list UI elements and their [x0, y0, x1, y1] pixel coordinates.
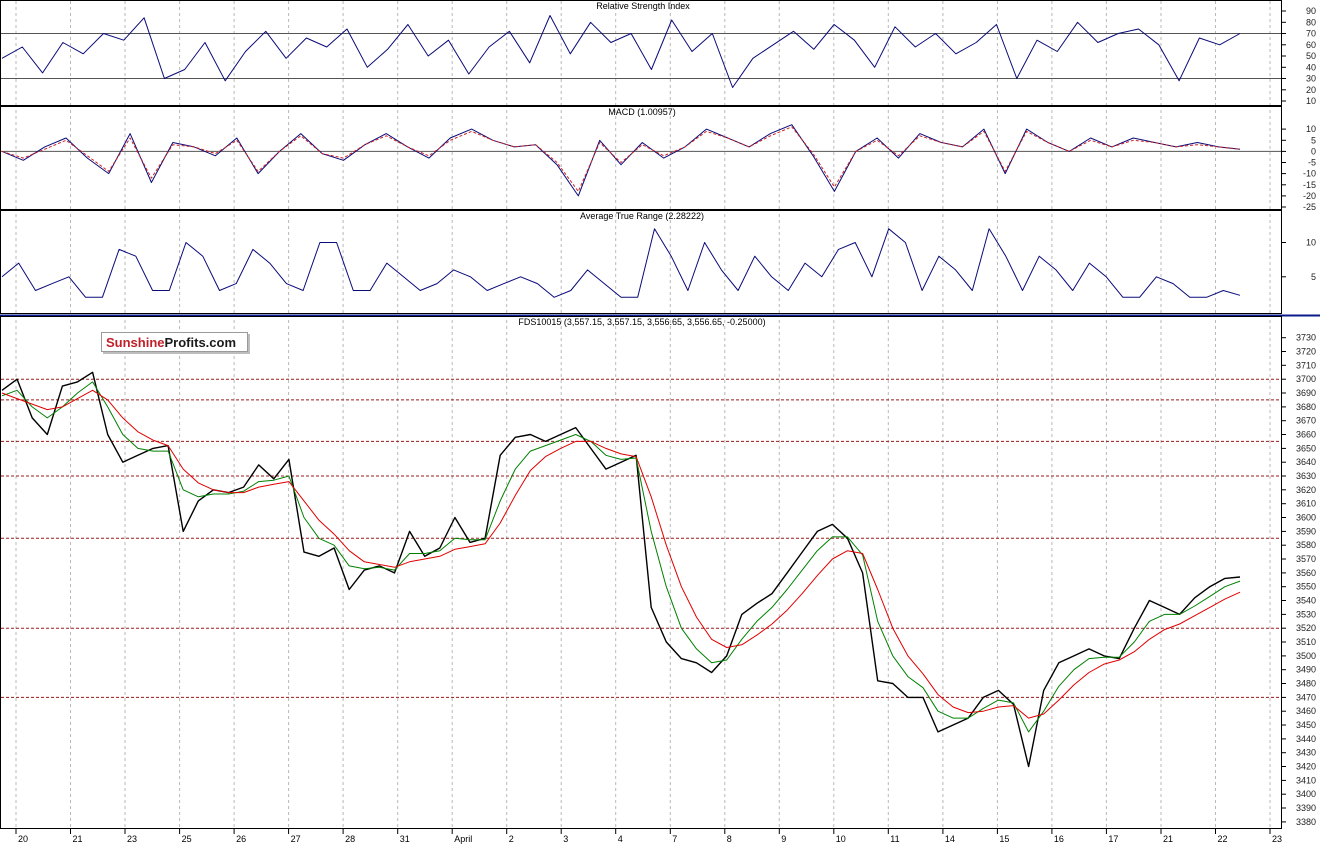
price-y-tick-label: 3570 [1296, 554, 1316, 564]
date-label: 9 [781, 834, 786, 844]
price-y-tick-label: 3670 [1296, 416, 1316, 426]
macd-y-tick-label: -5 [1308, 158, 1316, 168]
price-y-tick-label: 3580 [1296, 540, 1316, 550]
atr-y-tick-label: 5 [1311, 272, 1316, 282]
rsi-y-tick-label: 50 [1306, 51, 1316, 61]
date-label: April [454, 834, 472, 844]
macd-y-tick-label: 10 [1306, 124, 1316, 134]
date-label: 2 [509, 834, 514, 844]
atr-panel-title: Average True Range (2.28222) [580, 211, 704, 221]
rsi-panel-title: Relative Strength Index [596, 1, 690, 11]
price-y-tick-label: 3610 [1296, 499, 1316, 509]
price-y-tick-label: 3400 [1296, 789, 1316, 799]
macd-y-tick-label: -15 [1303, 180, 1316, 190]
date-label: 3 [563, 834, 568, 844]
price-y-tick-label: 3560 [1296, 568, 1316, 578]
date-label: 4 [618, 834, 623, 844]
price-y-tick-label: 3600 [1296, 513, 1316, 523]
price-y-tick-label: 3540 [1296, 596, 1316, 606]
price-y-tick-label: 3630 [1296, 471, 1316, 481]
price-y-tick-label: 3410 [1296, 775, 1316, 785]
date-label: 26 [236, 834, 246, 844]
price-y-tick-label: 3390 [1296, 803, 1316, 813]
sunshine-profits-logo: SunshineProfits.com [101, 332, 248, 352]
price-y-tick-label: 3470 [1296, 692, 1316, 702]
price-y-tick-label: 3640 [1296, 457, 1316, 467]
price-y-tick-label: 3420 [1296, 762, 1316, 772]
price-y-tick-label: 3660 [1296, 430, 1316, 440]
price-y-tick-label: 3440 [1296, 734, 1316, 744]
price-y-tick-label: 3380 [1296, 817, 1316, 827]
chart-canvas: 1020304050607080901050-5-10-15-20-251053… [0, 0, 1320, 844]
price-panel-title: FDS10015 (3,557.15, 3,557.15, 3,556.65, … [518, 317, 765, 327]
price-y-tick-label: 3710 [1296, 360, 1316, 370]
date-label: 31 [400, 834, 410, 844]
price-y-tick-label: 3650 [1296, 443, 1316, 453]
price-y-tick-label: 3510 [1296, 637, 1316, 647]
price-y-tick-label: 3620 [1296, 485, 1316, 495]
stock-chart-figure: 10 20 30 40 50 60 70 80 90 10 5 0 -5 -10 -15 -20 -25 10 5 3… [0, 0, 1320, 844]
date-label: 16 [1054, 834, 1064, 844]
rsi-y-tick-label: 40 [1306, 62, 1316, 72]
rsi-y-tick-label: 20 [1306, 85, 1316, 95]
price-y-tick-label: 3590 [1296, 526, 1316, 536]
date-label: 21 [1163, 834, 1173, 844]
date-label: 21 [73, 834, 83, 844]
price-y-tick-label: 3450 [1296, 720, 1316, 730]
logo-text-sunshine: Sunshine [106, 335, 165, 350]
price-y-tick-label: 3550 [1296, 582, 1316, 592]
date-label: 17 [1108, 834, 1118, 844]
macd-y-tick-label: -10 [1303, 169, 1316, 179]
price-y-tick-label: 3500 [1296, 651, 1316, 661]
price-y-tick-label: 3690 [1296, 388, 1316, 398]
rsi-y-tick-label: 10 [1306, 96, 1316, 106]
price-y-tick-label: 3720 [1296, 347, 1316, 357]
date-label: 28 [345, 834, 355, 844]
price-y-tick-label: 3680 [1296, 402, 1316, 412]
price-y-tick-label: 3700 [1296, 374, 1316, 384]
date-label: 14 [945, 834, 955, 844]
date-label: 11 [890, 834, 899, 844]
price-y-tick-label: 3520 [1296, 623, 1316, 633]
date-label: 25 [182, 834, 192, 844]
date-label: 15 [999, 834, 1009, 844]
macd-y-tick-label: 5 [1311, 135, 1316, 145]
price-y-tick-label: 3430 [1296, 748, 1316, 758]
date-label: 22 [1218, 834, 1228, 844]
logo-text-profits: Profits.com [164, 335, 237, 350]
macd-y-tick-label: 0 [1311, 146, 1316, 156]
rsi-y-tick-label: 30 [1306, 74, 1316, 84]
price-y-tick-label: 3460 [1296, 706, 1316, 716]
rsi-y-tick-label: 70 [1306, 29, 1316, 39]
price-y-tick-label: 3530 [1296, 609, 1316, 619]
rsi-y-tick-label: 60 [1306, 40, 1316, 50]
price-y-tick-label: 3480 [1296, 679, 1316, 689]
date-label: 20 [18, 834, 28, 844]
rsi-y-tick-label: 90 [1306, 6, 1316, 16]
atr-y-tick-label: 10 [1306, 238, 1316, 248]
rsi-y-tick-label: 80 [1306, 17, 1316, 27]
macd-panel-title: MACD (1.00957) [608, 107, 676, 117]
date-label: 23 [127, 834, 137, 844]
date-label: 10 [836, 834, 846, 844]
date-label: 7 [672, 834, 677, 844]
date-label: 23 [1272, 834, 1282, 844]
date-label: 8 [727, 834, 732, 844]
macd-y-tick-label: -25 [1303, 202, 1316, 212]
price-y-tick-label: 3490 [1296, 665, 1316, 675]
macd-y-tick-label: -20 [1303, 191, 1316, 201]
price-y-tick-label: 3730 [1296, 333, 1316, 343]
date-label: 27 [291, 834, 301, 844]
